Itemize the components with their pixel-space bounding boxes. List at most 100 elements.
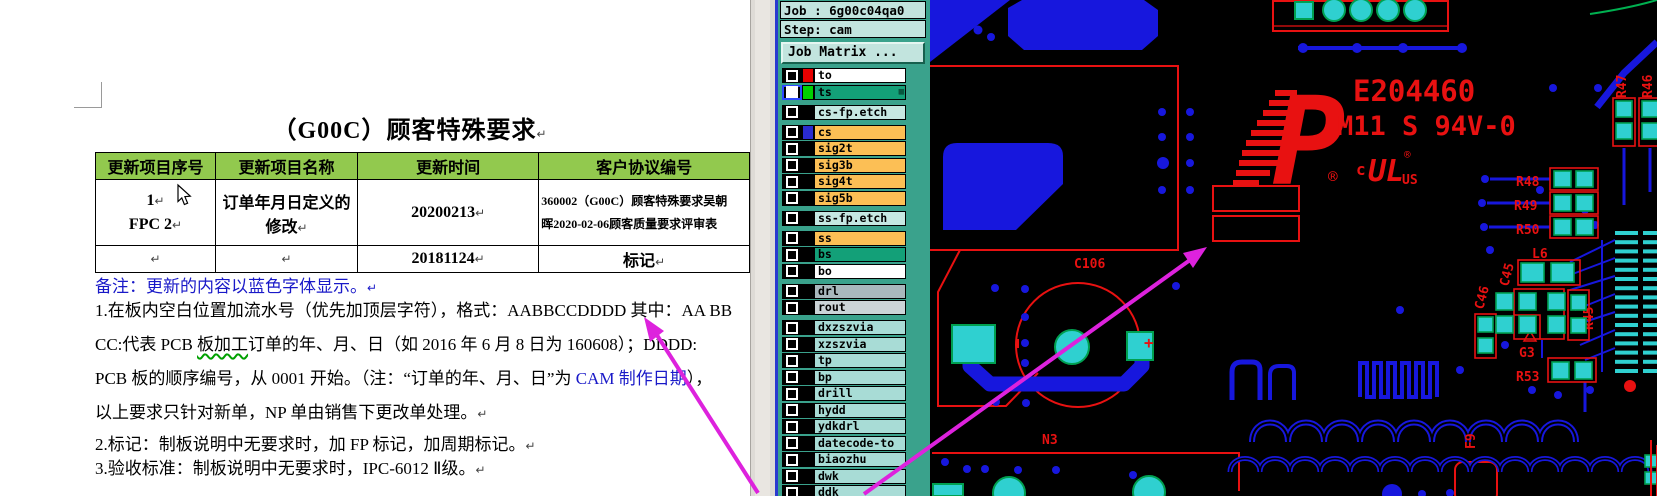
layer-color-swatch[interactable] [802,157,814,173]
cell-name-empty[interactable]: ↵ [215,245,359,273]
layer-name-label[interactable]: hydd [814,402,906,418]
layer-row-sig2t[interactable]: sig2t [782,141,906,156]
layer-color-swatch[interactable] [802,386,814,401]
cell-agreement[interactable]: 360002（G00C）顾客特殊要求吴朝 晖2020-02-06顾客质量要求评审… [538,179,750,246]
header-name[interactable]: 更新项目名称 [215,152,359,180]
header-agreement[interactable]: 客户协议编号 [538,152,750,180]
layer-row-sig3b[interactable]: sig3b [782,157,906,173]
layer-name-label[interactable]: to [814,68,906,83]
layer-name-label[interactable]: datecode-to [814,435,906,451]
header-time[interactable]: 更新时间 [357,152,540,180]
job-matrix-button[interactable]: Job Matrix ... [781,42,925,64]
layer-visibility-checkbox[interactable] [782,230,802,246]
layer-row-ydkdrl[interactable]: ydkdrl [782,419,906,434]
layer-name-label[interactable]: cs-fp.etch [814,104,906,120]
layer-name-label[interactable]: dxzszvia [814,320,906,335]
layer-name-label[interactable]: sig4t [814,174,906,189]
layer-name-label[interactable]: ss [814,230,906,246]
layer-color-swatch[interactable] [802,369,814,385]
layer-row-bo[interactable]: bo [782,263,906,279]
layer-visibility-checkbox[interactable] [782,485,802,496]
layer-row-dxzszvia[interactable]: dxzszvia [782,320,906,335]
layer-color-swatch[interactable] [802,468,814,484]
layer-color-swatch[interactable] [802,84,814,100]
layer-color-swatch[interactable] [802,263,814,279]
layer-visibility-checkbox[interactable] [782,419,802,434]
cell-seq-empty[interactable]: ↵ [94,245,217,273]
layer-name-label[interactable]: tp [814,353,906,368]
layer-name-label[interactable]: rout [814,300,906,315]
layer-color-swatch[interactable] [802,452,814,467]
layer-row-biaozhu[interactable]: biaozhu [782,452,906,467]
layer-name-label[interactable]: ydkdrl [814,419,906,434]
layer-visibility-checkbox[interactable] [782,386,802,401]
layer-row-sig4t[interactable]: sig4t [782,174,906,189]
layer-visibility-checkbox[interactable] [782,157,802,173]
layer-visibility-checkbox[interactable] [782,190,802,206]
layer-row-tp[interactable]: tp [782,353,906,368]
layer-visibility-checkbox[interactable] [782,369,802,385]
layer-color-swatch[interactable] [802,174,814,189]
layer-name-label[interactable]: bs [814,247,906,262]
layer-row-ss-fp.etch[interactable]: ss-fp.etch [782,210,906,226]
layer-visibility-checkbox[interactable] [782,435,802,451]
layer-row-cs[interactable]: cs [782,124,906,140]
layer-color-swatch[interactable] [802,419,814,434]
layer-color-swatch[interactable] [802,247,814,262]
layer-name-label[interactable]: xzszvia [814,336,906,352]
requirements-document[interactable]: （G00C）顾客特殊要求↵ 更新项目序号 更新项目名称 更新时间 客户协议编号 … [0,0,750,496]
layer-name-label[interactable]: ts ▦ [814,84,906,100]
layer-color-swatch[interactable] [802,210,814,226]
cell-time[interactable]: 20181124↵ [357,245,540,273]
layer-visibility-checkbox[interactable] [782,468,802,484]
layer-name-label[interactable]: biaozhu [814,452,906,467]
layer-visibility-checkbox[interactable] [782,353,802,368]
layer-visibility-checkbox[interactable] [782,247,802,262]
layer-color-swatch[interactable] [802,300,814,315]
layer-row-rout[interactable]: rout [782,300,906,315]
layer-color-swatch[interactable] [802,402,814,418]
cell-time[interactable]: 20200213↵ [357,179,540,246]
layer-name-label[interactable]: dwk [814,468,906,484]
layer-color-swatch[interactable] [802,104,814,120]
layer-visibility-checkbox[interactable] [782,68,802,83]
cell-name[interactable]: 订单年月日定义的修改↵ [215,179,359,246]
layer-row-to[interactable]: to [782,68,906,83]
layer-color-swatch[interactable] [802,68,814,83]
layer-visibility-checkbox[interactable] [782,210,802,226]
layer-name-label[interactable]: drill [814,386,906,401]
layer-row-hydd[interactable]: hydd [782,402,906,418]
cell-agreement[interactable]: 标记↵ [538,245,750,273]
layer-name-label[interactable]: bp [814,369,906,385]
layer-row-drill[interactable]: drill [782,386,906,401]
layer-visibility-checkbox[interactable] [782,300,802,315]
layer-visibility-checkbox[interactable] [782,84,802,100]
layer-row-drl[interactable]: drl [782,283,906,299]
pcb-graphic-view[interactable]: P ® E204460 M11 S 94V-0 c UL ® US C106 N… [930,0,1657,496]
layer-color-swatch[interactable] [802,353,814,368]
layer-row-xzszvia[interactable]: xzszvia [782,336,906,352]
layer-visibility-checkbox[interactable] [782,320,802,335]
step-name-field[interactable]: Step: cam [780,20,926,38]
layer-row-ddk[interactable]: ddk [782,485,906,496]
layer-name-label[interactable]: sig3b [814,157,906,173]
layer-color-swatch[interactable] [802,435,814,451]
cell-seq[interactable]: 1↵ FPC 2↵ [94,179,217,246]
layer-color-swatch[interactable] [802,485,814,496]
layer-color-swatch[interactable] [802,336,814,352]
layer-row-bs[interactable]: bs [782,247,906,262]
layer-color-swatch[interactable] [802,141,814,156]
layer-row-ss[interactable]: ss [782,230,906,246]
layer-color-swatch[interactable] [802,124,814,140]
layer-visibility-checkbox[interactable] [782,452,802,467]
layer-row-sig5b[interactable]: sig5b [782,190,906,206]
layer-color-swatch[interactable] [802,190,814,206]
layer-color-swatch[interactable] [802,283,814,299]
layer-visibility-checkbox[interactable] [782,141,802,156]
layer-name-label[interactable]: drl [814,283,906,299]
layer-visibility-checkbox[interactable] [782,174,802,189]
layer-name-label[interactable]: bo [814,263,906,279]
layer-row-ts[interactable]: ts ▦ [782,84,906,100]
layer-color-swatch[interactable] [802,230,814,246]
layer-row-dwk[interactable]: dwk [782,468,906,484]
